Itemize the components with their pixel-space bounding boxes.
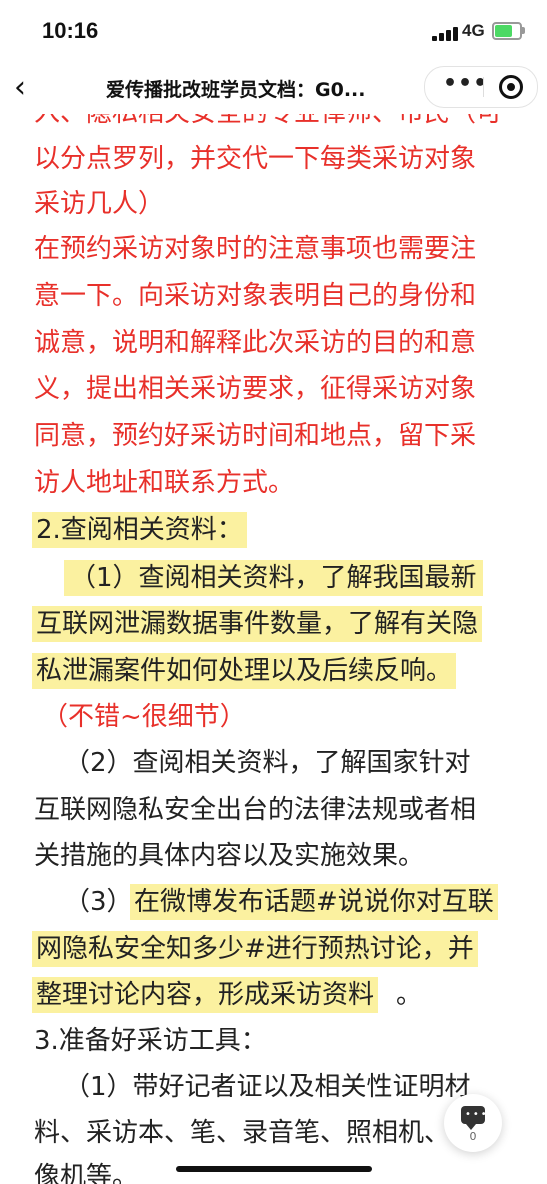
battery-tip [522,27,525,34]
item1-line: （1）查阅相关资料，了解我国最新 [64,560,483,596]
comment-button[interactable]: ••• 0 [444,1094,502,1152]
item3-line: 整理讨论内容，形成采访资料 [32,977,379,1013]
capsule-divider [483,77,484,97]
battery-icon [492,22,522,40]
status-time: 10:16 [42,18,99,43]
tools-line: 像机等。 [34,1162,139,1184]
red-line: 以分点罗列，并交代一下每类采访对象 [34,144,477,174]
more-button[interactable]: ••• [443,71,488,96]
item3-prefix: （3） [64,887,133,917]
red-line: 义，提出相关采访要求，征得采访对象 [34,374,477,404]
red-line: 采访几人） [34,189,165,219]
item2-line: 关措施的具体内容以及实施效果。 [34,841,425,871]
page-title: 爱传播批改班学员文档：G0... [106,79,366,101]
section3-heading: 3.准备好采访工具： [34,1026,267,1056]
item3-end: 。 [396,980,423,1010]
red-line: 意一下。向采访对象表明自己的身份和 [34,281,477,311]
signal-icon [432,25,462,41]
item1-line: 私泄漏案件如何处理以及后续反响。 [32,653,457,689]
home-indicator[interactable] [176,1166,372,1172]
comment-dots: ••• [465,1109,489,1120]
close-target-button[interactable] [499,75,523,99]
section2-heading: 2.查阅相关资料： [32,512,247,548]
comment-count: 0 [469,1130,477,1143]
item3-line: 网隐私安全知多少#进行预热讨论，并 [32,931,478,967]
item1-line: 互联网泄漏数据事件数量，了解有关隐 [32,606,483,642]
item3-line: 在微博发布话题#说说你对互联 [130,884,498,920]
red-line: 访人地址和联系方式。 [34,468,295,498]
reviewer-comment: （不错~很细节） [42,702,246,732]
back-button[interactable]: ‹ [14,68,26,108]
status-bar: 10:16 4G [0,0,547,66]
nav-bar: ‹ 爱传播批改班学员文档：G0... ••• [0,66,547,114]
document-content: 入、隐私相关安全的专业律师、市民（可 以分点罗列，并交代一下每类采访对象 采访几… [0,0,547,1184]
red-line: 诚意，说明和解释此次采访的目的和意 [34,328,477,358]
item2-line: 互联网隐私安全出台的法律法规或者相 [34,795,477,825]
tools-line: （1）带好记者证以及相关性证明材 [64,1072,471,1102]
mini-program-capsule: ••• [424,66,538,108]
red-line: 同意，预约好采访时间和地点，留下采 [34,421,477,451]
red-line: 在预约采访对象时的注意事项也需要注 [34,234,477,264]
network-type: 4G [462,21,485,40]
item2-line: （2）查阅相关资料，了解国家针对 [64,748,471,778]
tools-line: 料、采访本、笔、录音笔、照相机、录 [34,1118,477,1148]
